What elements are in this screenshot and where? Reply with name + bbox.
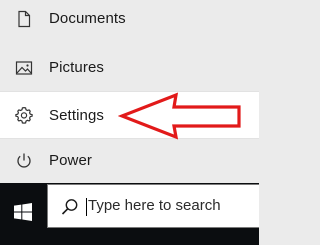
taskbar: Type here to search <box>0 183 259 245</box>
taskbar-search-box[interactable]: Type here to search <box>47 184 259 228</box>
start-menu-item-pictures[interactable]: Pictures <box>0 44 259 91</box>
start-menu-item-documents[interactable]: Documents <box>0 0 259 42</box>
pictures-icon <box>14 58 34 78</box>
documents-label: Documents <box>49 10 126 27</box>
document-icon <box>14 9 34 29</box>
search-icon <box>60 197 80 217</box>
start-button[interactable] <box>0 183 46 245</box>
text-caret <box>86 198 87 216</box>
search-placeholder: Type here to search <box>88 197 221 214</box>
red-arrow-annotation <box>118 92 241 140</box>
settings-label: Settings <box>49 106 104 124</box>
pictures-label: Pictures <box>49 59 104 76</box>
start-menu-item-power[interactable]: Power <box>0 137 259 184</box>
power-icon <box>14 151 34 171</box>
gear-icon <box>14 105 34 125</box>
windows-logo-icon <box>14 202 32 226</box>
power-label: Power <box>49 152 93 169</box>
